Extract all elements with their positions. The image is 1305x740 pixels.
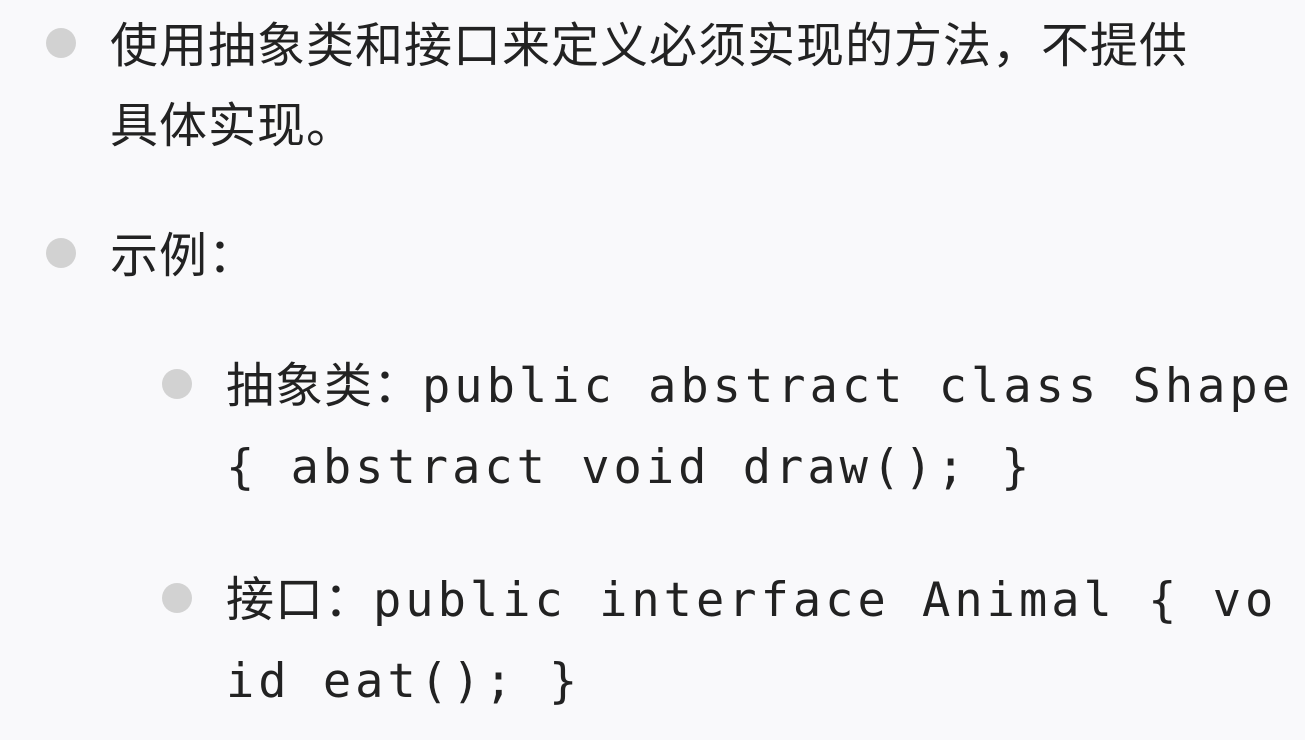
sub-item-label: 接口： bbox=[226, 572, 374, 628]
inline-code: public interface Animal { vo bbox=[373, 573, 1278, 628]
sub-item-line: 接口：public interface Animal { vo bbox=[226, 560, 1277, 641]
sub-item-line: 抽象类：public abstract class Shape bbox=[226, 346, 1294, 427]
sub-item-line: id eat(); } bbox=[226, 654, 582, 709]
sub-item-label: 抽象类： bbox=[226, 358, 423, 414]
sub-item-line: { abstract void draw(); } bbox=[226, 440, 1034, 495]
list-item-text-line: 具体实现。 bbox=[110, 98, 356, 154]
list-item-text-line: 示例： bbox=[110, 228, 258, 284]
bullet-icon bbox=[46, 28, 76, 58]
bullet-icon bbox=[162, 369, 192, 399]
inline-code: public abstract class Shape bbox=[422, 359, 1295, 414]
bullet-icon bbox=[46, 238, 76, 268]
bullet-icon bbox=[162, 583, 192, 613]
list-item-text-line: 使用抽象类和接口来定义必须实现的方法，不提供 bbox=[110, 18, 1189, 74]
